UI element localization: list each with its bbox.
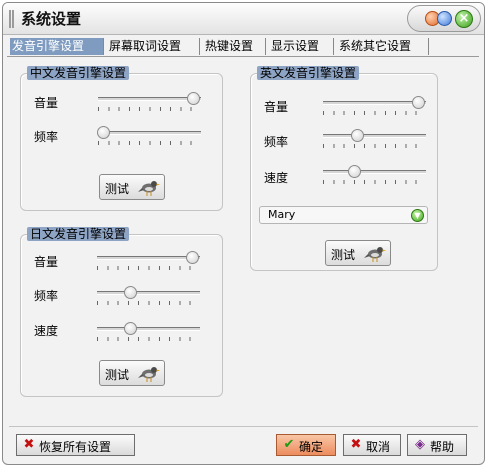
window-title: 系统设置: [21, 10, 82, 28]
chevron-down-icon[interactable]: ▼: [411, 209, 424, 222]
bird-icon: [138, 181, 160, 196]
japanese-speed-slider[interactable]: [97, 322, 200, 342]
help-button[interactable]: ◈ 帮助: [407, 434, 467, 456]
tab-divider: [7, 56, 479, 57]
restore-defaults-label: 恢复所有设置: [39, 440, 112, 454]
tab-screen-capture[interactable]: 屏幕取词设置: [107, 38, 200, 55]
window-controls: ×: [407, 5, 481, 32]
chinese-engine-legend: 中文发音引擎设置: [27, 66, 130, 80]
english-volume-slider[interactable]: [323, 96, 426, 116]
close-icon: ×: [458, 11, 470, 26]
cross-icon: ✖: [23, 437, 35, 452]
close-button[interactable]: ×: [455, 10, 473, 28]
english-speed-slider[interactable]: [323, 165, 426, 185]
slider-thumb[interactable]: [350, 129, 364, 142]
english-test-button[interactable]: 测试: [325, 240, 391, 266]
help-label: 帮助: [430, 440, 455, 454]
ok-button[interactable]: ✔ 确定: [276, 434, 336, 456]
test-button-label: 测试: [105, 368, 130, 382]
settings-window: 系统设置 × 发音引擎设置 屏幕取词设置 热键设置 显示设置 系统其它设置 中文…: [2, 2, 485, 465]
tab-display[interactable]: 显示设置: [269, 38, 334, 55]
title-bar[interactable]: 系统设置 ×: [3, 3, 484, 35]
book-icon: ◈: [415, 437, 425, 452]
chinese-volume-slider[interactable]: [98, 92, 201, 112]
slider-thumb[interactable]: [123, 286, 137, 299]
restore-defaults-button[interactable]: ✖ 恢复所有设置: [16, 434, 135, 456]
english-rate-slider[interactable]: [323, 129, 426, 149]
japanese-speed-label: 速度: [34, 324, 59, 338]
test-button-label: 测试: [105, 182, 130, 196]
english-engine-group: 英文发音引擎设置 音量 频率 速度 测试: [250, 66, 438, 271]
chinese-engine-group: 中文发音引擎设置 音量 频率 测试: [20, 66, 223, 211]
slider-thumb[interactable]: [185, 251, 199, 264]
english-rate-label: 频率: [264, 135, 289, 149]
japanese-volume-slider[interactable]: [97, 251, 200, 271]
japanese-test-button[interactable]: 测试: [99, 360, 165, 386]
english-volume-label: 音量: [264, 100, 289, 114]
tab-hotkeys[interactable]: 热键设置: [203, 38, 266, 55]
japanese-rate-label: 频率: [34, 289, 59, 303]
japanese-engine-legend: 日文发音引擎设置: [27, 227, 130, 241]
tab-system-other[interactable]: 系统其它设置: [337, 38, 429, 55]
grip-icon: [9, 10, 14, 28]
cancel-label: 取消: [366, 440, 391, 454]
english-voice-select[interactable]: Mary ▼: [259, 206, 428, 224]
chinese-test-button[interactable]: 测试: [99, 174, 165, 200]
slider-thumb[interactable]: [97, 126, 111, 139]
cross-icon: ✖: [350, 437, 362, 452]
chinese-rate-slider[interactable]: [97, 126, 201, 146]
slider-thumb[interactable]: [347, 165, 361, 178]
slider-thumb[interactable]: [186, 92, 200, 105]
checkmark-icon: ✔: [283, 437, 295, 452]
japanese-volume-label: 音量: [34, 255, 59, 269]
bird-icon: [138, 367, 160, 382]
footer-divider: [9, 426, 478, 427]
bird-icon: [364, 247, 386, 262]
english-engine-legend: 英文发音引擎设置: [257, 66, 360, 80]
cancel-button[interactable]: ✖ 取消: [343, 434, 401, 456]
ok-label: 确定: [299, 440, 324, 454]
slider-thumb[interactable]: [411, 96, 425, 109]
english-speed-label: 速度: [264, 171, 289, 185]
chinese-volume-label: 音量: [34, 96, 59, 110]
maximize-button[interactable]: [437, 11, 452, 26]
tab-voice-engine[interactable]: 发音引擎设置: [10, 38, 104, 55]
japanese-rate-slider[interactable]: [97, 286, 200, 306]
test-button-label: 测试: [331, 248, 356, 262]
voice-select-value: Mary: [268, 208, 296, 221]
chinese-rate-label: 频率: [34, 130, 59, 144]
slider-thumb[interactable]: [123, 322, 137, 335]
japanese-engine-group: 日文发音引擎设置 音量 频率 速度 测试: [20, 227, 223, 397]
